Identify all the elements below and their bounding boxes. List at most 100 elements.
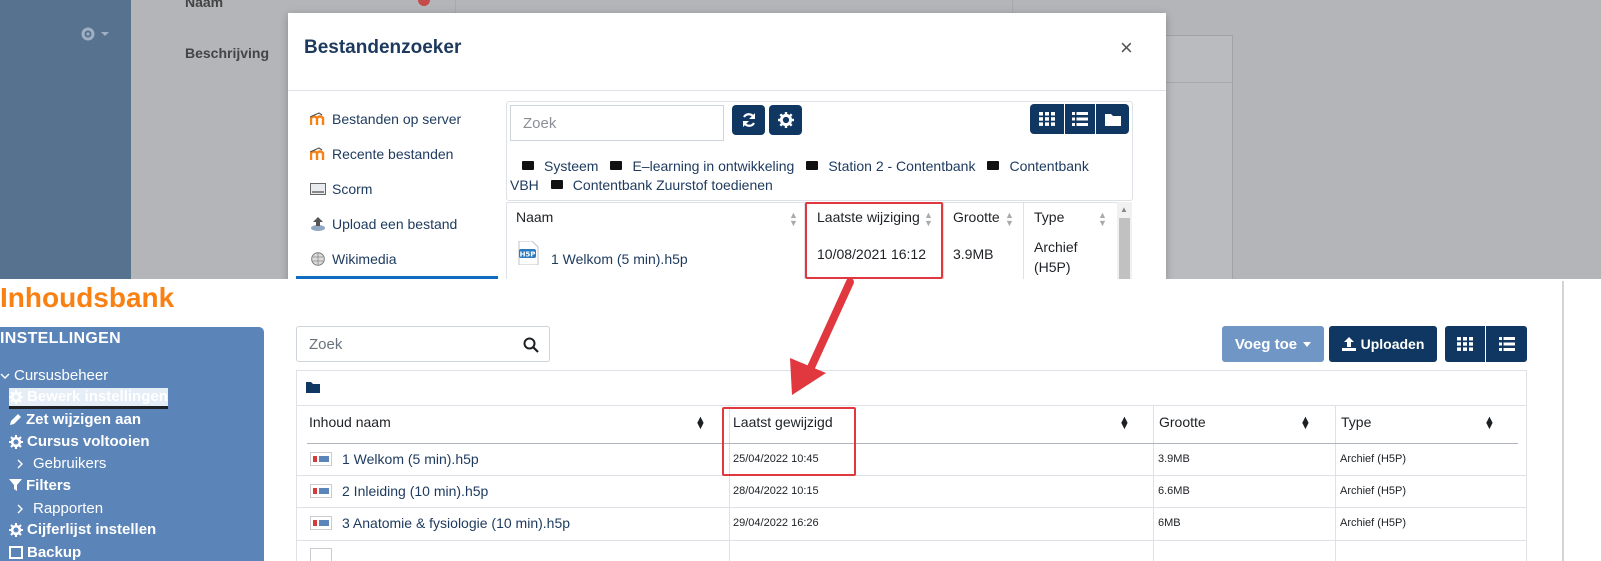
- close-icon[interactable]: ×: [1120, 35, 1133, 61]
- column-header[interactable]: Grootte: [953, 209, 1000, 225]
- upload-button[interactable]: Uploaden: [1329, 326, 1437, 362]
- picker-breadcrumb: Systeem E–learning in ontwikkeling Station…: [510, 157, 1110, 195]
- h5p-thumbnail-icon: [310, 548, 332, 561]
- nav-item-cursusbeheer[interactable]: Cursusbeheer: [0, 367, 108, 384]
- divider: [455, 0, 456, 13]
- page-title: Inhoudsbank: [0, 282, 175, 313]
- naam-label: Naam: [185, 0, 224, 10]
- picker-search-input[interactable]: Zoek: [510, 105, 724, 141]
- search-icon: [523, 337, 539, 353]
- breadcrumb-item[interactable]: E–learning in ontwikkeling: [632, 158, 794, 174]
- chevron-right-icon: [17, 504, 23, 513]
- nav-label: Gebruikers: [33, 455, 107, 472]
- view-tree-button[interactable]: [1095, 104, 1129, 134]
- add-content-button[interactable]: Voeg toe: [1222, 326, 1324, 362]
- gear-icon: [9, 434, 23, 449]
- repo-label: Wikimedia: [332, 251, 397, 267]
- divider: [288, 90, 1166, 91]
- content-search-input[interactable]: Zoek: [296, 326, 550, 362]
- chevron-down-icon: [0, 373, 10, 379]
- repo-wikimedia[interactable]: Wikimedia: [310, 251, 397, 267]
- column-header[interactable]: Type: [1034, 209, 1064, 225]
- content-name: 1 Welkom (5 min).h5p: [342, 451, 479, 467]
- backup-icon: [9, 546, 23, 559]
- divider: [1335, 405, 1336, 561]
- picker-settings-button[interactable]: [769, 105, 802, 135]
- scrollbar-thumb[interactable]: [1119, 218, 1130, 281]
- repo-label: Scorm: [332, 181, 373, 197]
- column-header[interactable]: Grootte: [1159, 414, 1206, 430]
- sort-icon[interactable]: ▲ ▼: [695, 415, 706, 432]
- scroll-up-icon[interactable]: ▲: [1120, 205, 1128, 214]
- column-header[interactable]: Type: [1341, 414, 1371, 430]
- sort-icon[interactable]: ▲ ▼: [1300, 415, 1311, 432]
- content-type: Archief (H5P): [1340, 453, 1407, 465]
- settings-gear-icon[interactable]: [80, 26, 110, 42]
- nav-item-gebruikers[interactable]: Gebruikers: [15, 455, 106, 472]
- grid-icon: [1039, 112, 1055, 126]
- file-type: Archief (H5P): [1034, 237, 1078, 277]
- nav-item-bewerk-instellingen[interactable]: Bewerk instellingen: [9, 388, 168, 409]
- beschrijving-label: Beschrijving: [185, 45, 270, 61]
- nav-item-cijferlijst-instellen[interactable]: Cijferlijst instellen: [9, 521, 156, 538]
- content-name: 2 Inleiding (10 min).h5p: [342, 483, 489, 499]
- list-icon: [1072, 112, 1088, 126]
- nav-item-rapporten[interactable]: Rapporten: [15, 500, 103, 517]
- refresh-icon: [742, 113, 755, 127]
- content-size: 6.6MB: [1158, 485, 1190, 497]
- folder-icon: [806, 161, 819, 170]
- table-row-name[interactable]: 1 Welkom (5 min).h5p: [310, 451, 479, 467]
- nav-item-cursus-voltooien[interactable]: Cursus voltooien: [9, 433, 150, 450]
- content-size: 6MB: [1158, 517, 1181, 529]
- repo-recent-files[interactable]: Recente bestanden: [310, 146, 453, 162]
- required-icon: [418, 0, 430, 6]
- view-icons-button[interactable]: [1445, 326, 1485, 362]
- breadcrumb-item[interactable]: Contentbank Zuurstof toedienen: [573, 177, 773, 193]
- scrollbar[interactable]: ▲: [1117, 202, 1132, 281]
- table-row-name[interactable]: 3 Anatomie & fysiologie (10 min).h5p: [310, 515, 570, 531]
- divider: [296, 540, 1527, 541]
- nav-item-backup[interactable]: Backup: [9, 544, 81, 561]
- file-name[interactable]: 1 Welkom (5 min).h5p: [551, 251, 688, 267]
- scorm-icon: [310, 182, 326, 196]
- breadcrumb-item[interactable]: Station 2 - Contentbank: [828, 158, 975, 174]
- sort-icon[interactable]: ▲ ▼: [1119, 415, 1130, 432]
- repo-server-files[interactable]: Bestanden op server: [310, 111, 461, 127]
- table-row-name[interactable]: 2 Inleiding (10 min).h5p: [310, 483, 488, 499]
- nav-label: Backup: [27, 544, 82, 561]
- highlight-box: [805, 202, 943, 279]
- view-list-button[interactable]: [1486, 326, 1527, 362]
- nav-label: Filters: [26, 477, 72, 494]
- folder-icon: [987, 161, 1000, 170]
- nav-label: Zet wijzigen aan: [26, 411, 142, 428]
- nav-item-zet-wijzigen-aan[interactable]: Zet wijzigen aan: [9, 411, 141, 428]
- repo-label: Upload een bestand: [332, 216, 458, 232]
- column-header[interactable]: Inhoud naam: [309, 414, 391, 430]
- caret-down-icon: [1303, 341, 1312, 347]
- sort-icon[interactable]: ▲ ▼: [789, 211, 798, 228]
- content-type: Archief (H5P): [1340, 517, 1407, 529]
- nav-label: Cijferlijst instellen: [27, 521, 157, 538]
- svg-text:H5P: H5P: [520, 251, 536, 259]
- moodle-icon: [310, 112, 326, 126]
- folder-icon: [550, 180, 563, 189]
- page-scrollbar[interactable]: [1562, 281, 1564, 561]
- divider: [307, 443, 1518, 444]
- content-type: Archief (H5P): [1340, 485, 1407, 497]
- nav-label: Rapporten: [33, 500, 104, 517]
- column-header[interactable]: Naam: [516, 209, 553, 225]
- breadcrumb-item[interactable]: Systeem: [544, 158, 598, 174]
- view-list-button[interactable]: [1064, 104, 1095, 134]
- grid-icon: [1457, 337, 1473, 351]
- sort-icon[interactable]: ▲ ▼: [1005, 211, 1014, 228]
- highlight-box: [722, 407, 856, 476]
- sort-icon[interactable]: ▲ ▼: [1098, 211, 1107, 228]
- repo-scorm[interactable]: Scorm: [310, 181, 372, 197]
- view-grid-button[interactable]: [1030, 104, 1064, 134]
- sort-icon[interactable]: ▲ ▼: [1484, 415, 1495, 432]
- refresh-button[interactable]: [732, 105, 765, 135]
- upload-label: Uploaden: [1360, 336, 1425, 352]
- nav-label: Cursus voltooien: [27, 433, 150, 450]
- repo-upload[interactable]: Upload een bestand: [310, 216, 457, 232]
- nav-item-filters[interactable]: Filters: [9, 477, 71, 494]
